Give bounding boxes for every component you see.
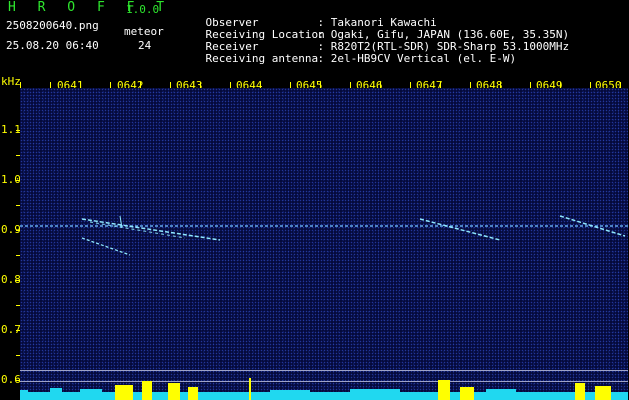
meteor-trace bbox=[419, 218, 501, 241]
spectrum-bar bbox=[142, 381, 152, 400]
spectrum-bar bbox=[575, 383, 585, 400]
spectrum-bar bbox=[20, 390, 28, 400]
meteor-trace bbox=[81, 237, 131, 256]
spectrum-bar bbox=[270, 390, 310, 400]
app-version: 1.0.0 bbox=[126, 3, 160, 16]
spectrum-histogram bbox=[20, 378, 628, 400]
y-axis-unit: kHz bbox=[1, 75, 21, 88]
spectrum-bar bbox=[115, 385, 133, 400]
info-key: Receiving antenna bbox=[205, 52, 319, 65]
spectrum-bar bbox=[249, 378, 251, 400]
spectrum-bar bbox=[438, 380, 450, 400]
plot-divider bbox=[20, 370, 628, 371]
info-value: : 2el-HB9CV Vertical (el. E-W) bbox=[317, 52, 517, 65]
meteor-trace bbox=[81, 218, 221, 241]
meteor-count: 24 bbox=[138, 39, 152, 52]
meteor-label: meteor bbox=[124, 25, 164, 38]
spectrum-bar bbox=[595, 386, 611, 400]
info-row-antenna: Receiving antenna: 2el-HB9CV Vertical (e… bbox=[179, 41, 517, 77]
spectrum-bar bbox=[350, 389, 400, 400]
spectrogram-plot bbox=[20, 88, 628, 398]
image-filename: 2508200640.png bbox=[6, 19, 99, 32]
spectrum-bar bbox=[460, 387, 474, 400]
spectrum-base bbox=[20, 392, 628, 400]
spectrum-bar bbox=[50, 388, 62, 400]
signal-traces bbox=[20, 215, 628, 256]
spectrum-bar bbox=[486, 389, 516, 400]
observation-datetime: 25.08.20 06:40 bbox=[6, 39, 99, 52]
hroff-screen: H R O F F T 1.0.0 2508200640.png 25.08.2… bbox=[0, 0, 629, 400]
spectrum-bar bbox=[188, 387, 198, 400]
meteor-trace bbox=[89, 221, 186, 239]
spectrum-bar bbox=[80, 389, 102, 400]
spectrum-bar bbox=[168, 383, 180, 400]
